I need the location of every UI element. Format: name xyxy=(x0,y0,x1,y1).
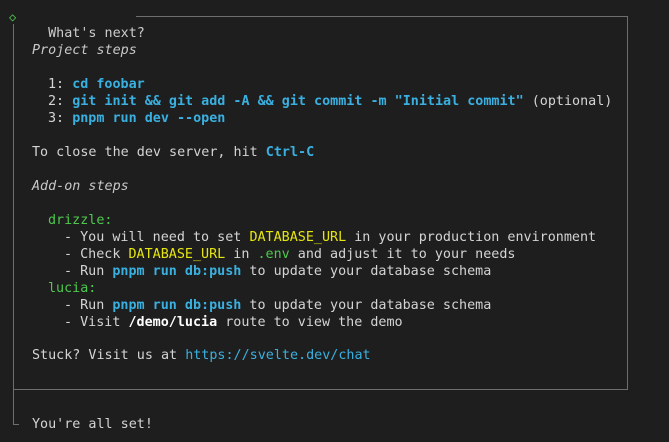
step-diamond-icon: ◇ xyxy=(9,10,17,24)
lucia-step-1: - Run pnpm run db:push to update your da… xyxy=(64,298,492,313)
help-line: Stuck? Visit us at https://svelte.dev/ch… xyxy=(32,348,371,363)
drizzle-step-1: - You will need to set DATABASE_URL in y… xyxy=(64,230,597,245)
box-left-border xyxy=(13,24,14,389)
step-optional-note: (optional) xyxy=(523,94,613,109)
step-command: pnpm run db:push xyxy=(112,264,242,279)
addon-lucia-name: lucia: xyxy=(48,281,97,296)
box-top-border xyxy=(136,16,627,17)
env-variable: DATABASE_URL xyxy=(128,247,226,262)
project-steps-heading: Project steps xyxy=(32,43,137,58)
end-tick xyxy=(13,424,19,425)
connector-line xyxy=(13,390,14,424)
drizzle-step-2: - Check DATABASE_URL in .env and adjust … xyxy=(64,247,516,262)
step-command: pnpm run db:push xyxy=(112,298,242,313)
env-variable: DATABASE_URL xyxy=(249,230,347,245)
project-step-2: 2: git init && git add -A && git commit … xyxy=(48,94,613,109)
addon-drizzle-name: drizzle: xyxy=(48,213,113,228)
addon-steps-heading: Add-on steps xyxy=(32,179,129,194)
step-command: cd foobar xyxy=(72,77,145,92)
box-bottom-border xyxy=(13,389,628,390)
step-command: git init && git add -A && git commit -m … xyxy=(72,94,524,109)
title-text: What's next? xyxy=(48,26,145,41)
shortcut-key: Ctrl-C xyxy=(265,145,315,160)
project-step-1: 1: cd foobar xyxy=(48,77,145,92)
close-server-hint: To close the dev server, hit Ctrl-C xyxy=(32,145,315,160)
env-file: .env xyxy=(257,247,290,262)
box-title: What's next? xyxy=(32,8,145,41)
all-set-message: You're all set! xyxy=(32,417,153,432)
project-step-3: 3: pnpm run dev --open xyxy=(48,111,226,126)
lucia-step-2: - Visit /demo/lucia route to view the de… xyxy=(64,315,403,330)
drizzle-step-3: - Run pnpm run db:push to update your da… xyxy=(64,264,492,279)
chat-link[interactable]: https://svelte.dev/chat xyxy=(185,348,370,363)
route-path: /demo/lucia xyxy=(128,315,218,330)
box-right-border xyxy=(627,16,628,389)
step-command: pnpm run dev --open xyxy=(72,111,226,126)
